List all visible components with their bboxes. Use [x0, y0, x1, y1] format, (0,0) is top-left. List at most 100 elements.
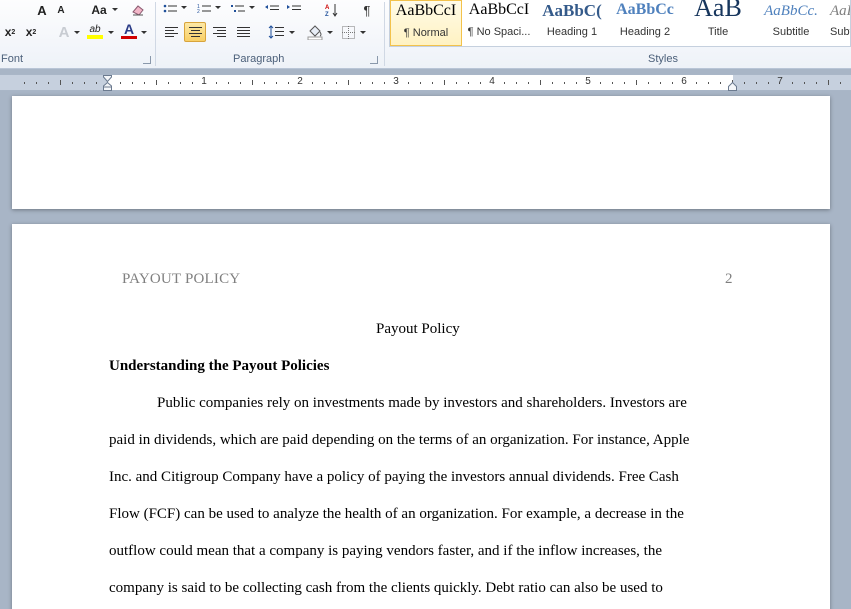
subscript-button[interactable]: x2 — [2, 22, 18, 42]
ribbon: A A Aa x2 x2 A ab A Font 12 A Z ¶ Paragr… — [0, 0, 851, 69]
superscript-button[interactable]: x2 — [22, 22, 40, 42]
ruler-number: 1 — [201, 76, 207, 87]
shrink-font-button[interactable]: A — [54, 0, 68, 20]
numbering-dropdown-icon[interactable] — [215, 6, 221, 9]
ruler-number: 7 — [777, 76, 783, 87]
highlight-dropdown-icon[interactable] — [108, 31, 114, 34]
line-spacing-dropdown-icon[interactable] — [289, 31, 295, 34]
ruler-tick — [696, 82, 697, 84]
change-case-dropdown-icon[interactable] — [112, 8, 118, 11]
style-normal[interactable]: AaBbCcI ¶ Normal — [390, 0, 462, 46]
numbering-icon: 12 — [197, 4, 211, 15]
font-color-swatch — [121, 36, 137, 39]
decrease-indent-icon — [265, 5, 279, 10]
style-no-spacing[interactable]: AaBbCcI ¶ No Spaci... — [463, 0, 535, 46]
multilevel-dropdown-icon[interactable] — [249, 6, 255, 9]
ruler-tick — [240, 82, 241, 84]
style-title[interactable]: AaB Title — [682, 0, 754, 46]
sort-button[interactable]: AZ — [324, 0, 340, 20]
ruler-tick — [564, 82, 565, 84]
justify-button[interactable] — [233, 22, 254, 42]
styles-gallery: AaBbCcI ¶ Normal AaBbCcI ¶ No Spaci... A… — [389, 0, 851, 47]
styles-group: AaBbCcI ¶ Normal AaBbCcI ¶ No Spaci... A… — [385, 0, 851, 69]
first-line-indent-marker[interactable] — [103, 75, 112, 82]
ruler-tick — [360, 82, 361, 84]
ruler-tick — [672, 82, 673, 84]
ruler-tick — [840, 82, 841, 84]
style-heading-1[interactable]: AaBbC( Heading 1 — [536, 0, 608, 46]
ruler-tick — [96, 82, 97, 84]
ruler-tick — [528, 82, 529, 84]
ruler-tick — [348, 80, 349, 85]
borders-icon — [341, 25, 355, 39]
numbering-button[interactable]: 12 — [196, 0, 212, 20]
decrease-indent-button[interactable] — [264, 0, 280, 20]
highlight-button[interactable]: ab — [84, 21, 106, 41]
ruler-tick — [72, 82, 73, 84]
ruler-tick — [372, 82, 373, 84]
align-right-button[interactable] — [209, 22, 230, 42]
clear-formatting-button[interactable] — [130, 0, 146, 20]
font-group: A A Aa x2 x2 A ab A Font — [0, 0, 155, 69]
ruler-tick — [744, 82, 745, 84]
ruler-tick — [624, 82, 625, 84]
multilevel-list-icon — [231, 5, 245, 12]
body-line: company is said to be collecting cash fr… — [109, 580, 663, 596]
text-effects-button[interactable]: A — [56, 22, 72, 42]
ruler-tick — [84, 82, 85, 84]
document-page-2[interactable]: PAYOUT POLICY 2 Payout Policy Understand… — [12, 224, 830, 609]
ruler-tick — [756, 82, 757, 84]
ruler-left-margin — [0, 75, 107, 90]
paragraph-dialog-launcher[interactable] — [370, 56, 378, 64]
ruler-tick — [552, 82, 553, 84]
shading-dropdown-icon[interactable] — [327, 31, 333, 34]
shading-button[interactable] — [305, 22, 325, 42]
paragraph-group: 12 AZ ¶ Paragraph — [156, 0, 384, 69]
page-number: 2 — [725, 271, 733, 287]
align-right-icon — [213, 27, 226, 37]
ruler-tick — [288, 82, 289, 84]
ruler-tick — [60, 80, 61, 85]
align-left-button[interactable] — [161, 22, 182, 42]
hanging-indent-marker[interactable] — [103, 82, 112, 91]
change-case-button[interactable]: Aa — [88, 0, 110, 20]
borders-button[interactable] — [339, 22, 357, 42]
ruler-number: 5 — [585, 76, 591, 87]
bullets-button[interactable] — [162, 0, 178, 20]
ruler-tick — [264, 82, 265, 84]
grow-font-button[interactable]: A — [34, 0, 50, 20]
ruler-number: 6 — [681, 76, 687, 87]
multilevel-list-button[interactable] — [230, 0, 246, 20]
horizontal-ruler[interactable]: 1 2 3 4 5 6 7 — [0, 74, 851, 91]
body-line: paid in dividends, which are paid depend… — [109, 432, 690, 448]
style-subtitle[interactable]: AaBbCc. Subtitle — [755, 0, 827, 46]
font-color-button[interactable]: A — [120, 21, 138, 41]
ruler-tick — [720, 82, 721, 84]
document-page-1[interactable] — [12, 96, 830, 209]
body-line: Public companies rely on investments mad… — [157, 395, 687, 411]
style-subtle-emphasis[interactable]: AaBl Subt — [828, 0, 850, 46]
show-marks-button[interactable]: ¶ — [359, 0, 375, 20]
ruler-tick — [804, 82, 805, 84]
ruler-tick — [36, 82, 37, 84]
font-color-dropdown-icon[interactable] — [141, 31, 147, 34]
increase-indent-button[interactable] — [286, 0, 302, 20]
ruler-tick — [420, 82, 421, 84]
ruler-tick — [504, 82, 505, 84]
body-line: outflow could mean that a company is pay… — [109, 543, 662, 559]
ruler-tick — [252, 80, 253, 85]
document-title: Payout Policy — [376, 321, 460, 337]
align-center-button[interactable] — [184, 22, 206, 42]
style-heading-2[interactable]: AaBbCc Heading 2 — [609, 0, 681, 46]
right-indent-marker[interactable] — [728, 82, 737, 91]
bullets-dropdown-icon[interactable] — [181, 6, 187, 9]
ruler-tick — [132, 82, 133, 84]
align-left-icon — [165, 27, 178, 37]
ruler-tick — [24, 82, 25, 84]
ruler-tick — [480, 82, 481, 84]
font-group-label: Font — [1, 53, 24, 65]
line-spacing-button[interactable] — [266, 22, 286, 42]
borders-dropdown-icon[interactable] — [360, 31, 366, 34]
text-effects-dropdown-icon[interactable] — [74, 31, 80, 34]
font-dialog-launcher[interactable] — [143, 56, 151, 64]
